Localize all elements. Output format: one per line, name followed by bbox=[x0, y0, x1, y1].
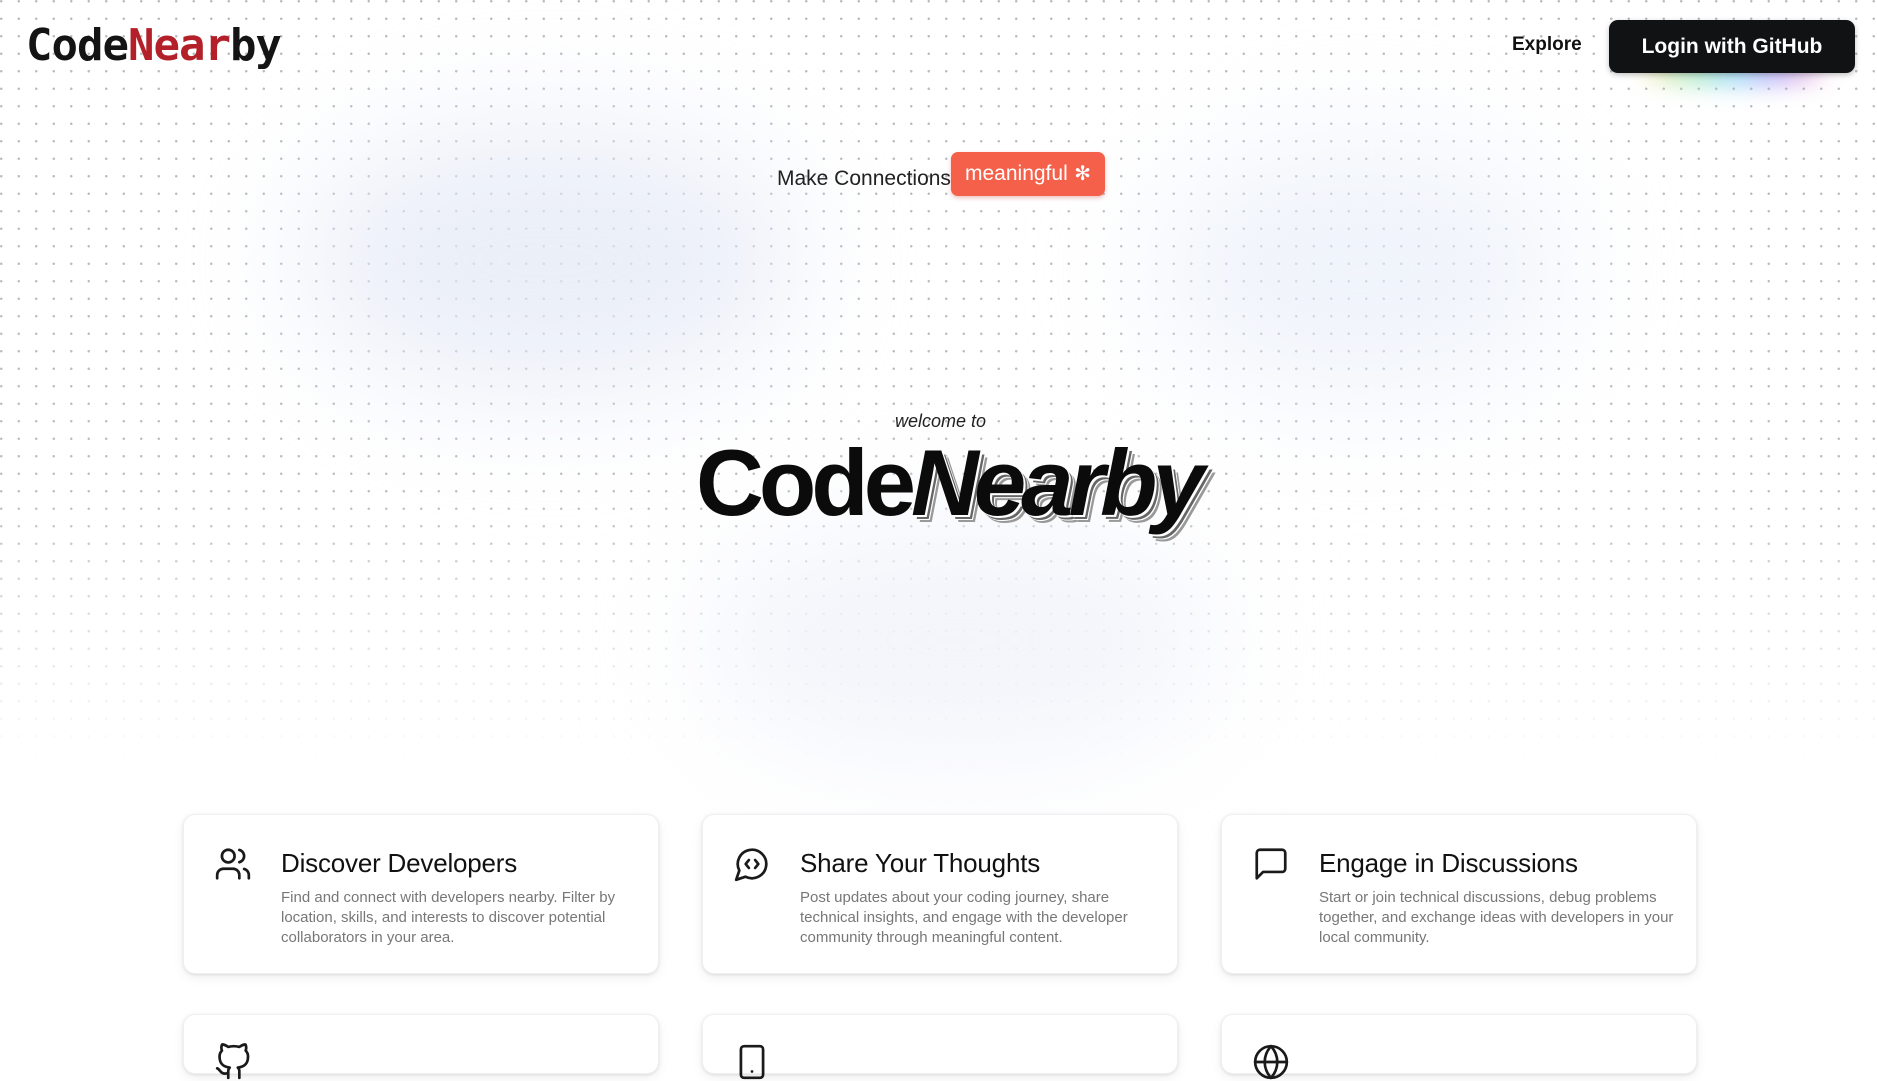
logo-part-code: Code bbox=[26, 20, 129, 71]
feature-title: Share Your Thoughts bbox=[800, 848, 1041, 878]
site-header: CodeNearby Explore Login with GitHub bbox=[0, 0, 1877, 92]
meaningful-badge: meaningful ✻ bbox=[951, 152, 1105, 196]
site-logo[interactable]: CodeNearby bbox=[26, 20, 282, 72]
tagline-text: Make Connections bbox=[777, 167, 951, 190]
users-icon bbox=[215, 848, 251, 880]
github-icon bbox=[215, 1043, 250, 1080]
feature-card-row2-1[interactable] bbox=[183, 1014, 659, 1080]
login-with-github-button[interactable]: Login with GitHub bbox=[1609, 20, 1855, 73]
feature-description: Find and connect with developers nearby.… bbox=[281, 889, 616, 946]
message-square-icon bbox=[1255, 848, 1287, 880]
hero-title: CodeNearby bbox=[696, 428, 1205, 538]
feature-card-row2-2[interactable] bbox=[702, 1014, 1178, 1080]
logo-part-near: Near bbox=[127, 20, 231, 71]
login-button-wrapper: Login with GitHub bbox=[1609, 20, 1855, 84]
badge-label: meaningful bbox=[965, 162, 1068, 185]
mobile-icon bbox=[739, 1044, 765, 1080]
feature-card-discover[interactable]: Discover Developers Find and connect wit… bbox=[183, 814, 659, 974]
asterisk-icon: ✻ bbox=[1074, 163, 1091, 185]
globe-icon bbox=[1253, 1044, 1289, 1080]
code-chat-icon bbox=[734, 848, 768, 882]
hero-title-nearby: Nearby bbox=[911, 430, 1205, 535]
feature-card-engage[interactable]: Engage in Discussions Start or join tech… bbox=[1221, 814, 1697, 974]
nav-explore-link[interactable]: Explore bbox=[1512, 34, 1582, 56]
hero-title-code: Code bbox=[696, 430, 916, 535]
feature-card-row2-3[interactable] bbox=[1221, 1014, 1697, 1080]
feature-title: Engage in Discussions bbox=[1319, 848, 1578, 878]
feature-description: Post updates about your coding journey, … bbox=[800, 889, 1128, 946]
dot-grid-background bbox=[0, 0, 1877, 760]
feature-card-share[interactable]: Share Your Thoughts Post updates about y… bbox=[702, 814, 1178, 974]
logo-part-by: by bbox=[229, 20, 282, 71]
feature-title: Discover Developers bbox=[281, 848, 518, 878]
feature-description: Start or join technical discussions, deb… bbox=[1319, 889, 1674, 946]
